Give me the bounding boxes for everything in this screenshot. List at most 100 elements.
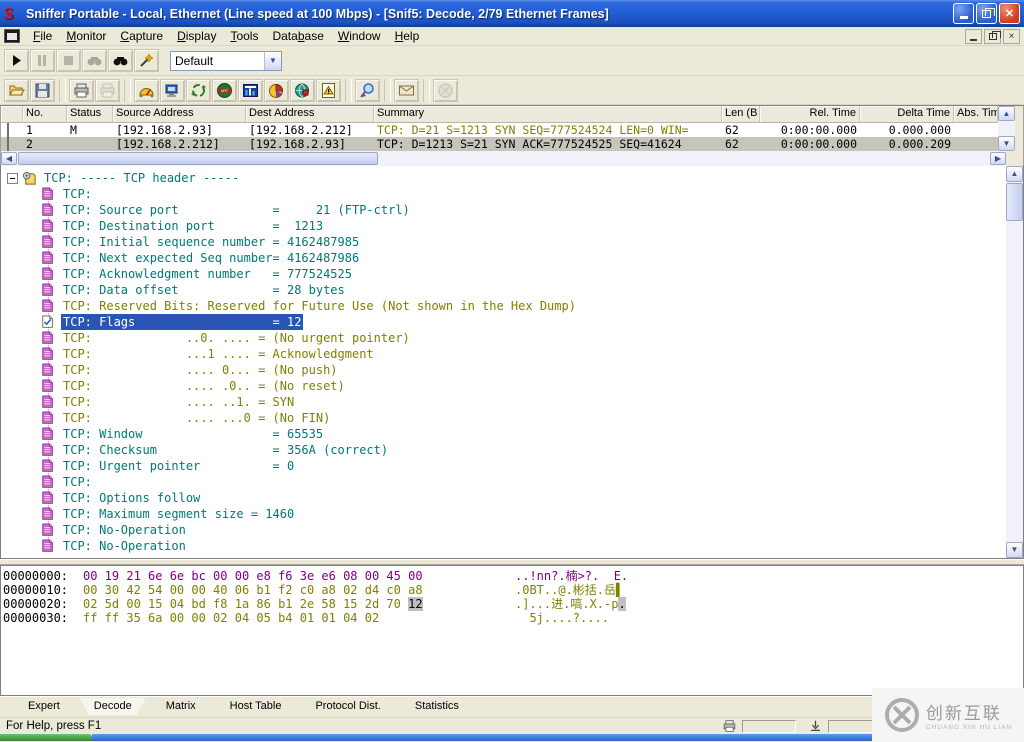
hex-line[interactable]: 00000020: 02 5d 00 15 04 bd f8 1a 86 b1 2… [3, 597, 1021, 611]
column-header[interactable]: Delta Time [860, 106, 954, 123]
column-header[interactable]: Dest Address [246, 106, 374, 123]
host-table-button[interactable] [160, 78, 185, 102]
column-header[interactable]: No. [23, 106, 67, 123]
packet-row[interactable]: 1 M [192.168.2.93] [192.168.2.212] TCP: D=21… [1, 123, 998, 137]
decode-line[interactable]: TCP: Data offset = 28 bytes [1, 282, 1006, 298]
decode-line-text: TCP: Destination port = 1213 [63, 219, 324, 233]
decode-line-text: TCP: Options follow [63, 491, 201, 505]
document-icon[interactable] [4, 29, 20, 43]
packet-list-vertical-scrollbar[interactable]: ▲ ▼ [998, 106, 1015, 151]
decode-line[interactable]: TCP: Maximum segment size = 1460 [1, 506, 1006, 522]
decode-line[interactable]: TCP: Urgent pointer = 0 [1, 458, 1006, 474]
hex-selected-char: . [618, 597, 626, 611]
decode-line[interactable]: TCP: .... ...0 = (No FIN) [1, 410, 1006, 426]
tab-decode[interactable]: Decode [80, 698, 146, 715]
menu-monitor[interactable]: Monitor [59, 27, 113, 45]
mail-button[interactable] [394, 78, 419, 102]
decode-line[interactable]: TCP: Destination port = 1213 [1, 218, 1006, 234]
field-note-icon [42, 219, 53, 232]
tree-collapse-icon[interactable] [7, 172, 18, 184]
tab-matrix[interactable]: Matrix [152, 698, 210, 715]
scroll-down-icon[interactable]: ▼ [998, 136, 1015, 151]
close-button[interactable]: ✕ [999, 3, 1020, 24]
menu-tools[interactable]: Tools [223, 27, 265, 45]
row-checkbox[interactable] [7, 123, 9, 137]
decode-line[interactable]: TCP: Initial sequence number = 416248798… [1, 234, 1006, 250]
scroll-up-icon[interactable]: ▲ [1006, 166, 1023, 182]
column-header[interactable]: Len (B [722, 106, 760, 123]
decode-line[interactable]: TCP: Options follow [1, 490, 1006, 506]
menu-file[interactable]: File [26, 27, 59, 45]
play-button[interactable] [4, 49, 29, 72]
decode-line[interactable]: TCP: Acknowledgment number = 777524525 [1, 266, 1006, 282]
open-button[interactable] [4, 78, 29, 102]
hscroll-thumb[interactable] [18, 152, 378, 165]
decode-line[interactable]: TCP: Checksum = 356A (correct) [1, 442, 1006, 458]
chevron-down-icon[interactable]: ▼ [264, 51, 281, 70]
column-header[interactable]: Source Address [113, 106, 246, 123]
menu-display[interactable]: Display [170, 27, 223, 45]
save-button[interactable] [30, 78, 55, 102]
mdi-close-button[interactable]: × [1003, 28, 1020, 44]
field-note-icon [41, 507, 56, 521]
dashboard-button[interactable] [134, 78, 159, 102]
menu-window[interactable]: Window [331, 27, 388, 45]
cell-abs-time [954, 123, 998, 137]
capture-panel-button[interactable] [355, 78, 380, 102]
tab-protocol-dist-[interactable]: Protocol Dist. [301, 698, 394, 715]
alarm-log-button[interactable] [316, 78, 341, 102]
decode-line[interactable]: TCP: .... .0.. = (No reset) [1, 378, 1006, 394]
decode-line[interactable]: TCP: Window = 65535 [1, 426, 1006, 442]
decode-line[interactable]: TCP: Next expected Seq number= 416248798… [1, 250, 1006, 266]
scroll-down-icon[interactable]: ▼ [1006, 542, 1023, 558]
tab-statistics[interactable]: Statistics [401, 698, 473, 715]
decode-line[interactable]: TCP: No-Operation [1, 538, 1006, 554]
find-button[interactable] [108, 49, 133, 72]
decode-line[interactable]: TCP: ..0. .... = (No urgent pointer) [1, 330, 1006, 346]
tab-host-table[interactable]: Host Table [216, 698, 296, 715]
packet-list-horizontal-scrollbar[interactable]: ◀ ▶ [1, 151, 1006, 166]
tab-expert[interactable]: Expert [14, 698, 74, 715]
start-button-edge[interactable] [0, 734, 92, 741]
decode-line[interactable]: TCP: .... ..1. = SYN [1, 394, 1006, 410]
field-note-icon [41, 443, 56, 457]
scroll-right-icon[interactable]: ▶ [990, 152, 1006, 165]
decode-vertical-scrollbar[interactable]: ▲ ▼ [1006, 166, 1023, 558]
row-checkbox[interactable] [7, 137, 9, 151]
decode-line[interactable]: TCP: Reserved Bits: Reserved for Future … [1, 298, 1006, 314]
matrix-button[interactable] [186, 78, 211, 102]
decode-line[interactable]: TCP: ----- TCP header ----- [1, 170, 1006, 186]
decode-line[interactable]: TCP: .... 0... = (No push) [1, 362, 1006, 378]
global-stats-button[interactable] [290, 78, 315, 102]
mdi-minimize-button[interactable] [965, 28, 982, 44]
art-button[interactable]: ART [212, 78, 237, 102]
protocol-dist-button[interactable] [264, 78, 289, 102]
decode-line[interactable]: TCP: Flags = 12 [1, 314, 1006, 330]
decode-line[interactable]: TCP: No-Operation [1, 522, 1006, 538]
mdi-restore-button[interactable] [984, 28, 1001, 44]
column-header[interactable]: Abs. Time [954, 106, 998, 123]
menu-database[interactable]: Database [265, 27, 330, 45]
column-header[interactable]: Status [67, 106, 113, 123]
column-header[interactable]: Summary [374, 106, 722, 123]
print-button[interactable] [69, 78, 94, 102]
menu-help[interactable]: Help [388, 27, 427, 45]
menu-capture[interactable]: Capture [113, 27, 170, 45]
minimize-button[interactable] [953, 3, 974, 24]
filter-combobox[interactable]: Default ▼ [170, 50, 282, 71]
scroll-up-icon[interactable]: ▲ [998, 106, 1015, 121]
hex-line[interactable]: 00000000: 00 19 21 6e 6e bc 00 00 e8 f6 3… [3, 569, 1021, 583]
hex-line[interactable]: 00000030: ff ff 35 6a 00 00 02 04 05 b4 0… [3, 611, 1021, 625]
define-filter-button[interactable] [134, 49, 159, 72]
vscroll-thumb[interactable] [1006, 183, 1023, 221]
decode-line[interactable]: TCP: [1, 186, 1006, 202]
packet-row[interactable]: 2 [192.168.2.212] [192.168.2.93] TCP: D=121… [1, 137, 998, 151]
history-button[interactable] [238, 78, 263, 102]
decode-line[interactable]: TCP: Source port = 21 (FTP-ctrl) [1, 202, 1006, 218]
decode-line[interactable]: TCP: [1, 474, 1006, 490]
scroll-left-icon[interactable]: ◀ [1, 152, 17, 165]
column-header[interactable]: Rel. Time [760, 106, 860, 123]
restore-button[interactable] [976, 3, 997, 24]
decode-line[interactable]: TCP: ...1 .... = Acknowledgment [1, 346, 1006, 362]
hex-line[interactable]: 00000010: 00 30 42 54 00 00 40 06 b1 f2 c… [3, 583, 1021, 597]
